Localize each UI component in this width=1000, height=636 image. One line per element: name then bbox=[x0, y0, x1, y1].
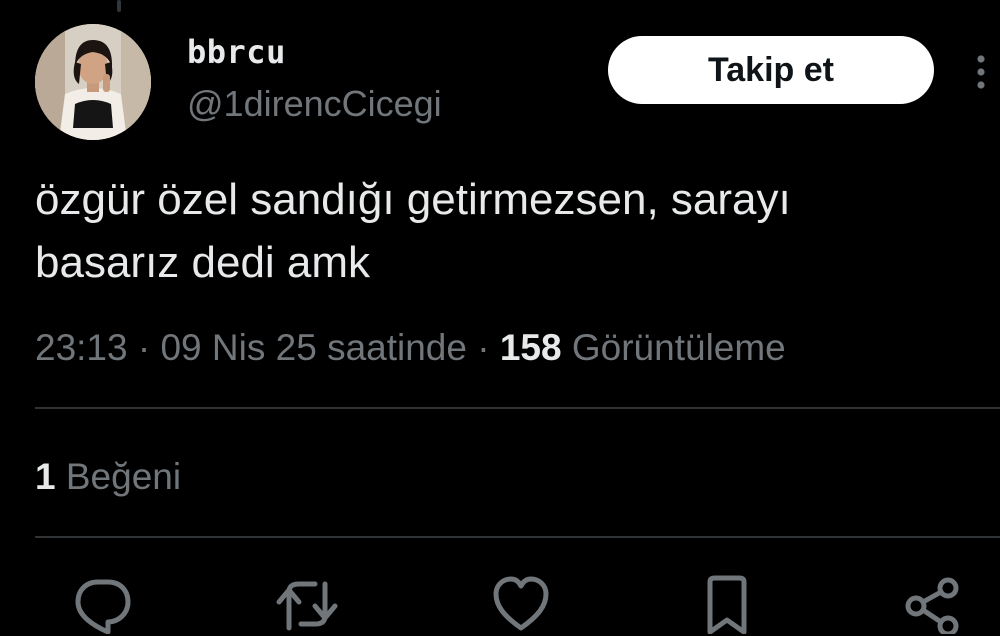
tweet-metadata: 23:13 · 09 Nis 25 saatinde · 158 Görüntü… bbox=[35, 322, 786, 374]
share-button[interactable] bbox=[900, 572, 964, 636]
like-button[interactable] bbox=[489, 572, 553, 636]
avatar-photo bbox=[35, 24, 151, 140]
bookmark-icon bbox=[707, 575, 747, 634]
bookmark-button[interactable] bbox=[695, 572, 759, 636]
author-display-name[interactable]: bbrcu bbox=[187, 30, 286, 74]
tweet-text: özgür özel sandığı getirmezsen, sarayı b… bbox=[35, 168, 975, 294]
retweet-icon bbox=[276, 581, 338, 631]
reply-button[interactable] bbox=[71, 572, 135, 636]
meta-separator: · bbox=[477, 327, 490, 368]
author-handle[interactable]: @1direncCicegi bbox=[187, 82, 442, 126]
divider bbox=[35, 407, 1000, 409]
share-icon bbox=[905, 577, 959, 634]
thread-connector-line bbox=[117, 0, 121, 12]
follow-button[interactable]: Takip et bbox=[608, 36, 934, 104]
meta-separator: · bbox=[137, 327, 151, 368]
more-vertical-icon bbox=[977, 55, 985, 89]
reply-icon bbox=[75, 579, 131, 634]
tweet-date[interactable]: 09 Nis 25 saatinde bbox=[160, 327, 466, 368]
views-count: 158 bbox=[499, 327, 562, 368]
views-label: Görüntüleme bbox=[571, 327, 786, 368]
heart-icon bbox=[493, 576, 549, 631]
likes-label: Beğeni bbox=[65, 456, 182, 497]
tweet-time[interactable]: 23:13 bbox=[35, 327, 128, 368]
likes-count: 1 bbox=[35, 456, 56, 497]
more-options-button[interactable] bbox=[966, 50, 996, 94]
avatar[interactable] bbox=[35, 24, 151, 140]
tweet-text-line: basarız dedi amk bbox=[35, 238, 371, 287]
likes-summary[interactable]: 1 Beğeni bbox=[35, 451, 181, 503]
tweet-text-line: özgür özel sandığı getirmezsen, sarayı bbox=[35, 175, 791, 224]
retweet-button[interactable] bbox=[275, 572, 339, 636]
divider bbox=[35, 536, 1000, 538]
